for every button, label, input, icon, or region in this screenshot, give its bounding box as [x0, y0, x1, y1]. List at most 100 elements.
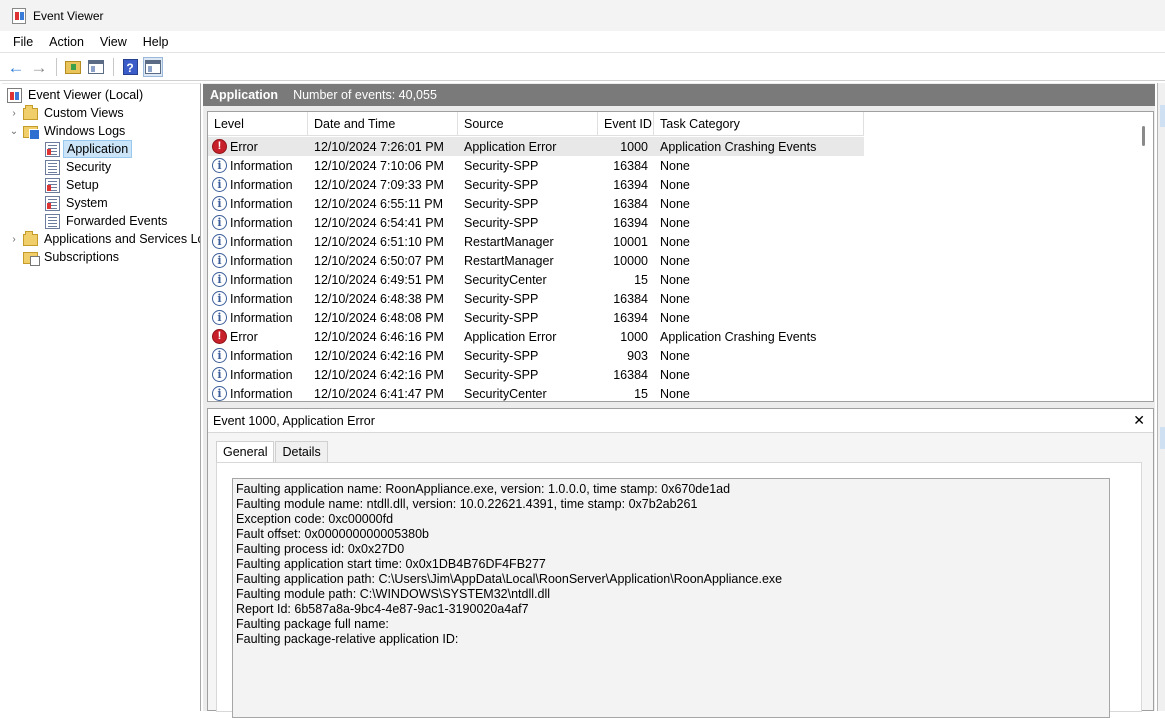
tree-item-event-viewer-local[interactable]: Event Viewer (Local) — [4, 86, 145, 104]
cell-level: i Information — [208, 291, 308, 306]
table-row[interactable]: i Information 12/10/2024 6:48:38 PM Securit… — [208, 289, 864, 308]
information-icon: i — [212, 196, 227, 211]
table-row[interactable]: ! Error 12/10/2024 7:26:01 PM Application E… — [208, 137, 864, 156]
tree-item-custom-views[interactable]: › Custom Views — [8, 104, 126, 122]
cell-task-category: None — [660, 272, 690, 287]
information-icon: i — [212, 253, 227, 268]
column-date-time[interactable]: Date and Time — [308, 112, 458, 136]
help-button[interactable]: ? — [120, 57, 140, 77]
table-row[interactable]: i Information 12/10/2024 7:09:33 PM Securit… — [208, 175, 864, 194]
cell-level: i Information — [208, 158, 308, 173]
information-icon: i — [212, 291, 227, 306]
event-viewer-icon — [12, 7, 26, 24]
action-pane-marker — [1160, 427, 1165, 449]
toolbar-separator — [56, 58, 57, 76]
description-line: Faulting package full name: — [236, 617, 389, 631]
information-icon: i — [212, 348, 227, 363]
description-line: Fault offset: 0x000000000005380b — [236, 527, 429, 541]
table-row[interactable]: i Information 12/10/2024 6:41:47 PM Securit… — [208, 384, 864, 401]
detail-header: Event 1000, Application Error ✕ — [208, 409, 1153, 433]
tab-general[interactable]: General — [216, 441, 275, 462]
cell-level: i Information — [208, 310, 308, 325]
cell-date-time: 12/10/2024 6:51:10 PM — [314, 234, 444, 249]
cell-date-time: 12/10/2024 6:49:51 PM — [314, 272, 444, 287]
tree-item-security[interactable]: Security — [42, 158, 113, 176]
window-title: Event Viewer — [33, 8, 104, 23]
level-text: Information — [230, 386, 293, 401]
cell-event-id: 1000 — [620, 329, 648, 344]
up-folder-button[interactable] — [63, 57, 83, 77]
log-icon — [45, 213, 60, 229]
description-line: Faulting application path: C:\Users\Jim\… — [236, 572, 783, 586]
detail-tabs: General Details — [216, 441, 328, 462]
table-row[interactable]: i Information 12/10/2024 6:48:08 PM Securit… — [208, 308, 864, 327]
description-line: Faulting package-relative application ID… — [236, 632, 459, 646]
tree-item-forwarded-events[interactable]: Forwarded Events — [42, 212, 169, 230]
forward-button[interactable]: → — [29, 57, 49, 77]
scrollbar-thumb[interactable] — [1142, 126, 1145, 146]
tab-details[interactable]: Details — [275, 441, 328, 462]
title-bar: Event Viewer — [0, 0, 1165, 31]
tree-item-setup[interactable]: Setup — [42, 176, 101, 194]
show-hide-tree-button[interactable] — [86, 57, 106, 77]
cell-level: i Information — [208, 272, 308, 287]
tree-item-system[interactable]: System — [42, 194, 110, 212]
close-icon[interactable]: ✕ — [1133, 412, 1145, 429]
chevron-down-icon[interactable]: ⌄ — [8, 126, 20, 137]
tree-item-application[interactable]: Application — [42, 140, 133, 158]
cell-source: Security-SPP — [464, 196, 539, 211]
level-text: Information — [230, 291, 293, 306]
cell-event-id: 1000 — [620, 139, 648, 154]
cell-task-category: None — [660, 386, 690, 401]
subscriptions-icon — [23, 252, 40, 266]
menu-help[interactable]: Help — [135, 32, 177, 52]
table-row[interactable]: ! Error 12/10/2024 6:46:16 PM Application E… — [208, 327, 864, 346]
action-pane-marker — [1160, 105, 1165, 127]
menu-action[interactable]: Action — [41, 32, 92, 52]
cell-task-category: None — [660, 177, 690, 192]
column-source[interactable]: Source — [458, 112, 598, 136]
column-task-category[interactable]: Task Category — [654, 112, 864, 136]
table-row[interactable]: i Information 12/10/2024 7:10:06 PM Securit… — [208, 156, 864, 175]
cell-source: SecurityCenter — [464, 386, 547, 401]
description-line: Faulting module name: ntdll.dll, version… — [236, 497, 698, 511]
table-row[interactable]: i Information 12/10/2024 6:55:11 PM Securit… — [208, 194, 864, 213]
menu-view[interactable]: View — [92, 32, 135, 52]
table-row[interactable]: i Information 12/10/2024 6:54:41 PM Securit… — [208, 213, 864, 232]
cell-level: i Information — [208, 253, 308, 268]
menu-bar: File Action View Help — [0, 31, 1165, 53]
cell-source: Security-SPP — [464, 348, 539, 363]
tree-item-applications-and-services[interactable]: › Applications and Services Lo — [8, 230, 200, 248]
back-button[interactable]: ← — [6, 57, 26, 77]
information-icon: i — [212, 272, 227, 287]
tree-item-windows-logs[interactable]: ⌄ Windows Logs — [8, 122, 127, 140]
chevron-right-icon[interactable]: › — [8, 234, 20, 245]
cell-task-category: None — [660, 215, 690, 230]
table-row[interactable]: i Information 12/10/2024 6:51:10 PM Restart… — [208, 232, 864, 251]
console-tree: Event Viewer (Local) › Custom Views ⌄ Wi… — [2, 83, 201, 711]
grid-scrollbar[interactable] — [1137, 112, 1153, 401]
table-row[interactable]: i Information 12/10/2024 6:42:16 PM Securit… — [208, 346, 864, 365]
chevron-right-icon[interactable]: › — [8, 108, 20, 119]
tree-item-subscriptions[interactable]: Subscriptions — [20, 248, 121, 266]
cell-level: i Information — [208, 234, 308, 249]
menu-file[interactable]: File — [5, 32, 41, 52]
level-text: Information — [230, 234, 293, 249]
cell-source: Security-SPP — [464, 215, 539, 230]
show-action-pane-button[interactable] — [143, 57, 163, 77]
back-arrow-icon: ← — [7, 57, 25, 77]
column-event-id[interactable]: Event ID — [598, 112, 654, 136]
cell-date-time: 12/10/2024 6:55:11 PM — [314, 196, 444, 211]
table-row[interactable]: i Information 12/10/2024 6:42:16 PM Securit… — [208, 365, 864, 384]
event-description[interactable]: Faulting application name: RoonAppliance… — [232, 478, 1110, 718]
cell-source: Application Error — [464, 139, 557, 154]
cell-date-time: 12/10/2024 6:50:07 PM — [314, 253, 444, 268]
table-row[interactable]: i Information 12/10/2024 6:50:07 PM Restart… — [208, 251, 864, 270]
cell-source: RestartManager — [464, 234, 554, 249]
cell-source: Security-SPP — [464, 310, 539, 325]
table-row[interactable]: i Information 12/10/2024 6:49:51 PM Securit… — [208, 270, 864, 289]
column-level[interactable]: Level — [208, 112, 308, 136]
cell-event-id: 10000 — [613, 253, 648, 268]
log-icon — [45, 195, 60, 211]
cell-task-category: None — [660, 348, 690, 363]
